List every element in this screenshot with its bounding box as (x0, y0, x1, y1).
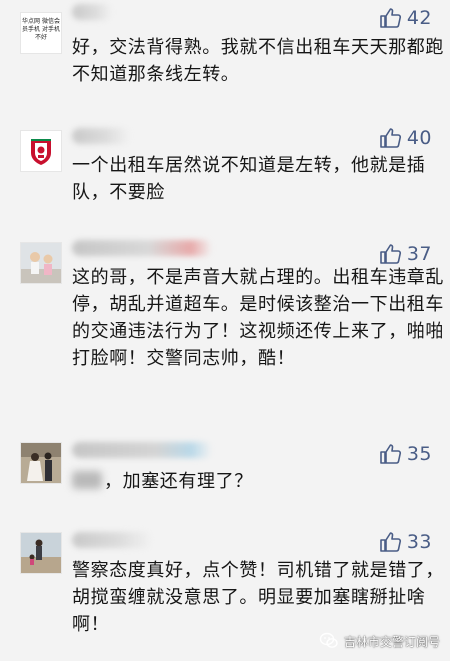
comment-text: ，加塞还有理了？ (72, 468, 444, 495)
liverpool-crest-icon (21, 131, 61, 171)
wedding-photo-icon (21, 443, 61, 483)
nickname-blurred (72, 4, 112, 20)
thumbs-up-icon (380, 532, 401, 552)
like-button[interactable]: 42 (379, 6, 432, 30)
nickname-blurred (72, 442, 212, 458)
comment-text-visible: ，加塞还有理了？ (104, 471, 253, 492)
beach-photo-icon (21, 533, 61, 573)
avatar[interactable] (20, 442, 62, 484)
like-count: 35 (406, 443, 432, 465)
thumbs-up-icon (380, 444, 401, 464)
comment-item: 40 一个出租车居然说不知道是左转，他就是插队，不要脸 (0, 120, 450, 230)
comment-item: 华点网 微信会员手机 对手机不好 42 好，交法背得熟。我就不信出租车天天那都跑… (0, 0, 450, 120)
comment-text: 一个出租车居然说不知道是左转，他就是插队，不要脸 (72, 155, 426, 203)
wechat-icon (319, 632, 338, 648)
blurred-name (72, 471, 102, 489)
like-count: 37 (406, 243, 432, 265)
watermark: 吉林市交警订阅号 (319, 631, 440, 651)
comment-text: 警察态度真好，点个赞！司机错了就是错了，胡搅蛮缠就没意思了。明显要加塞瞎掰扯啥啊… (72, 560, 444, 635)
watermark-text: 吉林市交警订阅号 (343, 634, 440, 649)
like-button[interactable]: 40 (379, 126, 432, 150)
avatar[interactable] (20, 242, 62, 284)
avatar[interactable]: 华点网 微信会员手机 对手机不好 (20, 12, 62, 54)
nickname-blurred (72, 532, 152, 548)
like-button[interactable]: 35 (379, 442, 432, 466)
like-button[interactable]: 33 (379, 530, 432, 554)
thumbs-up-icon (380, 128, 401, 148)
avatar[interactable] (20, 130, 62, 172)
comment-text: 这的哥，不是声音大就占理的。出租车违章乱停，胡乱并道超车。是时候该整治一下出租车… (72, 267, 444, 369)
comment-item: 35 ，加塞还有理了？ (0, 430, 450, 530)
like-button[interactable]: 37 (379, 242, 432, 266)
thumbs-up-icon (380, 244, 401, 264)
avatar[interactable] (20, 532, 62, 574)
comment-item: 37 这的哥，不是声音大就占理的。出租车违章乱停，胡乱并道超车。是时候该整治一下… (0, 230, 450, 430)
comment-text: 好，交法背得熟。我就不信出租车天天那都跑不知道那条线左转。 (72, 37, 444, 85)
nickname-blurred (72, 128, 130, 144)
children-photo-icon (21, 243, 61, 283)
nickname-blurred (72, 240, 212, 256)
like-count: 42 (406, 7, 432, 29)
like-count: 40 (406, 127, 432, 149)
avatar-text: 华点网 微信会员手机 对手机不好 (22, 18, 60, 41)
thumbs-up-icon (380, 8, 401, 28)
like-count: 33 (406, 531, 432, 553)
